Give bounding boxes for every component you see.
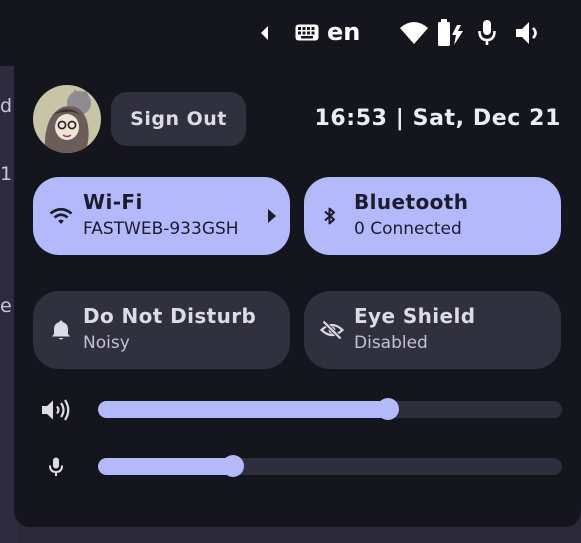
- chevron-right-icon[interactable]: [267, 208, 277, 224]
- wifi-icon[interactable]: [399, 21, 429, 45]
- volume-icon[interactable]: [40, 398, 72, 422]
- eye-shield-title: Eye Shield: [354, 304, 476, 328]
- user-avatar: [33, 85, 101, 153]
- microphone-slider-fill: [98, 458, 233, 475]
- volume-slider-fill: [98, 401, 388, 418]
- volume-slider-handle[interactable]: [377, 398, 399, 420]
- microphone-icon[interactable]: [48, 457, 64, 477]
- date-time-display: 16:53 | Sat, Dec 21: [314, 106, 561, 131]
- microphone-slider[interactable]: [98, 455, 562, 477]
- background-text-fragment: e: [0, 295, 12, 317]
- bluetooth-tile-title: Bluetooth: [354, 190, 469, 214]
- bluetooth-tile[interactable]: Bluetooth 0 Connected: [304, 177, 561, 255]
- bluetooth-icon: [324, 207, 335, 225]
- volume-slider[interactable]: [98, 398, 562, 420]
- wifi-icon: [49, 207, 73, 224]
- bell-icon: [52, 320, 70, 340]
- do-not-disturb-tile[interactable]: Do Not Disturb Noisy: [33, 291, 290, 369]
- sign-out-button[interactable]: Sign Out: [111, 92, 246, 146]
- arrow-left-icon[interactable]: [260, 25, 270, 41]
- bluetooth-status: 0 Connected: [354, 219, 462, 239]
- volume-icon[interactable]: [514, 19, 544, 47]
- eye-off-icon: [320, 320, 344, 340]
- do-not-disturb-status: Noisy: [83, 333, 130, 353]
- keyboard-icon[interactable]: [295, 24, 319, 41]
- background-text-fragment: 1: [0, 163, 13, 185]
- wifi-tile[interactable]: Wi-Fi FASTWEB-933GSH: [33, 177, 290, 255]
- keyboard-language-indicator[interactable]: en: [327, 15, 360, 49]
- background-text-fragment: d: [0, 95, 13, 117]
- top-bar: en: [0, 0, 581, 66]
- wifi-tile-title: Wi-Fi: [83, 190, 143, 214]
- eye-shield-tile[interactable]: Eye Shield Disabled: [304, 291, 561, 369]
- wifi-network-name: FASTWEB-933GSH: [83, 219, 239, 239]
- microphone-icon[interactable]: [477, 19, 497, 47]
- microphone-slider-handle[interactable]: [221, 455, 244, 477]
- eye-shield-status: Disabled: [354, 333, 428, 353]
- battery-charging-icon[interactable]: [437, 19, 465, 47]
- do-not-disturb-title: Do Not Disturb: [83, 304, 257, 328]
